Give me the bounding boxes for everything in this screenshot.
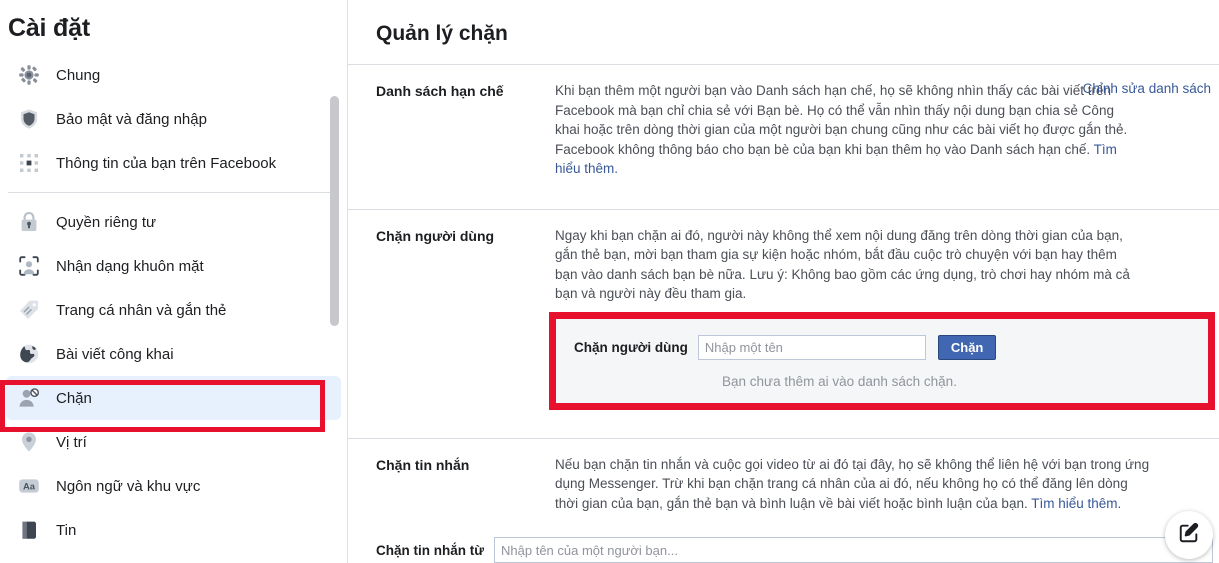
compose-edit-icon: [1178, 522, 1200, 549]
sidebar-item-label: Vị trí: [56, 433, 87, 451]
page-title: Quản lý chặn: [376, 22, 508, 45]
sidebar-item-bai-viet-cong-khai[interactable]: Bài viết công khai: [6, 332, 341, 376]
main-content: Quản lý chặn Danh sách hạn chế Khi bạn t…: [348, 0, 1219, 563]
section-label: Chặn tin nhắn: [376, 456, 470, 473]
section-body: Khi bạn thêm một người bạn vào Danh sách…: [555, 81, 1219, 179]
section-restricted-list: Danh sách hạn chế Khi bạn thêm một người…: [348, 65, 1219, 191]
sidebar-item-label: Nhận dạng khuôn mặt: [56, 257, 204, 275]
block-list-empty-note: Bạn chưa thêm ai vào danh sách chặn.: [722, 373, 957, 389]
sidebar-item-thong-tin[interactable]: Thông tin của bạn trên Facebook: [6, 141, 341, 185]
stories-book-icon: [18, 519, 40, 541]
section-description-text: Khi bạn thêm một người bạn vào Danh sách…: [555, 83, 1128, 157]
sidebar-item-chung[interactable]: Chung: [6, 53, 341, 97]
globe-icon: [18, 343, 40, 365]
sidebar-item-nhan-dang-khuon-mat[interactable]: Nhận dạng khuôn mặt: [6, 244, 341, 288]
shield-icon: [18, 108, 40, 130]
sidebar-item-label: Bài viết công khai: [56, 345, 174, 363]
block-user-input[interactable]: [697, 334, 926, 360]
sidebar-item-quyen-rieng-tu[interactable]: Quyền riêng tư: [6, 200, 341, 244]
sidebar-item-label: Ngôn ngữ và khu vực: [56, 477, 201, 495]
sidebar-item-label: Chung: [56, 66, 101, 84]
sidebar-scrollbar-track[interactable]: [330, 48, 343, 563]
sidebar-group-primary: Chung Bảo mật và đăng nhập Thông tin của…: [0, 53, 347, 185]
section-description: Khi bạn thêm một người bạn vào Danh sách…: [555, 81, 1135, 179]
block-user-icon: [18, 387, 40, 409]
block-submit-button[interactable]: Chặn: [937, 334, 997, 360]
block-messages-input[interactable]: [494, 537, 1213, 563]
settings-page: Cài đặt Chung Bảo mật và đăng nhập Thông…: [0, 0, 1219, 563]
tag-icon: [18, 299, 40, 321]
sidebar-item-label: Chặn: [56, 389, 92, 407]
settings-sidebar: Cài đặt Chung Bảo mật và đăng nhập Thông…: [0, 0, 348, 563]
language-icon: Aa: [18, 475, 40, 497]
sidebar-item-label: Thông tin của bạn trên Facebook: [56, 154, 277, 172]
sidebar-item-trang-ca-nhan[interactable]: Trang cá nhân và gắn thẻ: [6, 288, 341, 332]
section-label: Chặn người dùng: [376, 227, 495, 244]
sidebar-item-label: Trang cá nhân và gắn thẻ: [56, 301, 227, 319]
section-block-messages: Chặn tin nhắn Nếu bạn chặn tin nhắn và c…: [348, 439, 1219, 526]
face-recognition-icon: [18, 255, 40, 277]
block-user-panel: Chặn người dùng Chặn Bạn chưa thêm ai và…: [549, 311, 1215, 410]
block-messages-form: Chặn tin nhắn từ EverWing Bỏ chặn: [348, 537, 1219, 563]
sidebar-item-ngon-ngu[interactable]: Aa Ngôn ngữ và khu vực: [6, 464, 341, 508]
sidebar-scrollbar-thumb[interactable]: [330, 96, 339, 326]
edit-list-link[interactable]: Chỉnh sửa danh sách: [1083, 81, 1211, 96]
sidebar-divider: [8, 192, 339, 193]
lock-icon: [18, 211, 40, 233]
section-block-users: Chặn người dùng Ngay khi bạn chặn ai đó,…: [348, 210, 1219, 416]
sidebar-item-vi-tri[interactable]: Vị trí: [6, 420, 341, 464]
sidebar-item-chan[interactable]: Chặn: [6, 376, 341, 420]
sidebar-group-privacy: Quyền riêng tư Nhận dạng khuôn mặt Trang…: [0, 200, 347, 552]
section-body: Ngay khi bạn chặn ai đó, người này không…: [549, 226, 1219, 410]
section-description: Ngay khi bạn chặn ai đó, người này không…: [555, 227, 1130, 302]
block-user-field-label: Chặn người dùng: [574, 339, 688, 355]
section-body: Nếu bạn chặn tin nhắn và cuộc gọi video …: [555, 455, 1219, 514]
sidebar-item-label: Bảo mật và đăng nhập: [56, 110, 207, 128]
location-pin-icon: [18, 431, 40, 453]
block-messages-field-label: Chặn tin nhắn từ: [376, 542, 485, 558]
compose-edit-button[interactable]: [1165, 511, 1213, 559]
sidebar-title: Cài đặt: [8, 14, 90, 42]
section-description: Nếu bạn chặn tin nhắn và cuộc gọi video …: [555, 455, 1151, 514]
block-user-row: Chặn người dùng Chặn: [574, 334, 1190, 360]
section-label: Danh sách hạn chế: [376, 83, 504, 99]
sidebar-item-label: Tin: [56, 521, 77, 539]
gear-icon: [18, 64, 40, 86]
block-messages-row: Chặn tin nhắn từ: [348, 537, 1219, 563]
annotation-box-block-user-panel: [549, 311, 1215, 410]
grid-dots-icon: [18, 152, 40, 174]
learn-more-link[interactable]: Tìm hiểu thêm.: [1031, 496, 1121, 511]
sidebar-item-label: Quyền riêng tư: [56, 213, 157, 231]
svg-text:Aa: Aa: [23, 481, 36, 492]
sidebar-item-bao-mat[interactable]: Bảo mật và đăng nhập: [6, 97, 341, 141]
sidebar-item-tin[interactable]: Tin: [6, 508, 341, 552]
